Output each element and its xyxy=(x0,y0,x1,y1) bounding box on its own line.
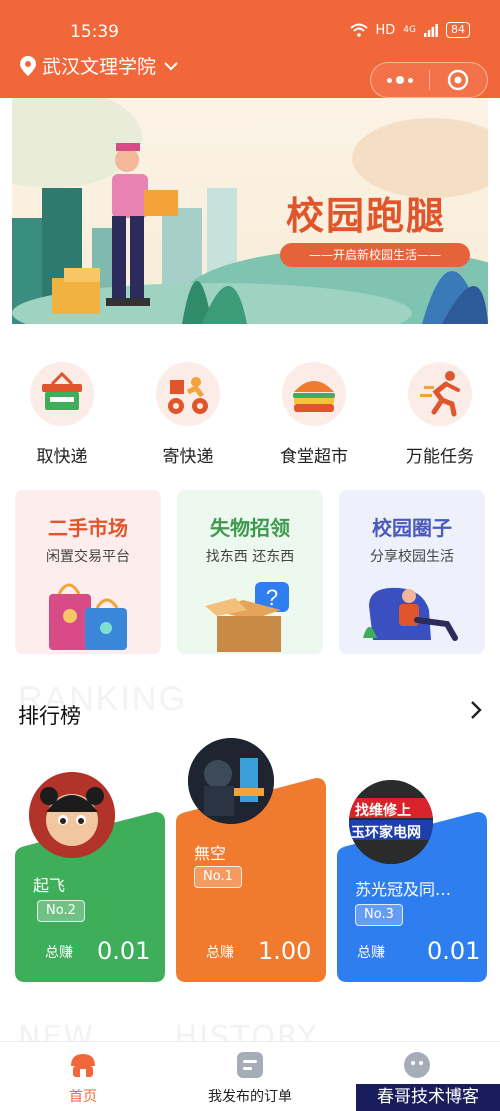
banner-subtitle: ——开启新校园生活—— xyxy=(280,243,470,267)
card-title: 失物招领 xyxy=(210,516,290,540)
quick-item-task[interactable]: 万能任务 xyxy=(385,362,495,467)
card-subtitle: 闲置交易平台 xyxy=(46,549,130,565)
status-icons: HD 4G 84 xyxy=(349,22,470,38)
more-button[interactable] xyxy=(371,76,429,84)
ranking-title: 排行榜 xyxy=(18,704,81,728)
earn-label: 总赚 xyxy=(357,945,385,961)
quick-item-label: 取快递 xyxy=(36,447,88,467)
person-on-sofa-icon xyxy=(363,587,458,641)
status-bar: 15:39 HD 4G 84 xyxy=(0,0,500,44)
card-second-hand-market[interactable]: 二手市场 闲置交易平台 xyxy=(15,490,161,654)
earn-label: 总赚 xyxy=(206,945,234,961)
card-subtitle: 找东西 还东西 xyxy=(205,549,295,565)
more-dot-icon xyxy=(407,77,413,83)
shopping-bags-icon xyxy=(49,583,127,650)
app-page: 15:39 HD 4G 84 武汉文理学院 校园跑腿 ——开启新校园生活—— 取… xyxy=(0,0,500,1111)
quick-item-pickup[interactable]: 取快递 xyxy=(7,362,117,467)
ranking-name: 無空 xyxy=(194,844,227,863)
wifi-icon xyxy=(349,23,368,37)
more-dot-icon xyxy=(386,77,392,83)
ranking-name: 起飞 xyxy=(33,876,66,895)
location-selector[interactable]: 武汉文理学院 xyxy=(20,52,184,79)
delivery-bike-icon xyxy=(156,362,220,426)
tab-my-orders[interactable]: 我发布的订单 xyxy=(167,1042,333,1111)
quick-item-label: 万能任务 xyxy=(406,447,474,467)
status-time: 15:39 xyxy=(70,22,119,42)
ranking-badge: No.2 xyxy=(37,900,85,922)
close-miniprogram-button[interactable] xyxy=(429,69,487,91)
ranking-card-2[interactable]: 起飞 No.2 总赚 0.01 xyxy=(15,772,165,982)
ranking-badge: No.3 xyxy=(355,904,403,926)
chevron-down-icon xyxy=(164,61,178,70)
watermark: 春哥技术博客 xyxy=(356,1084,500,1111)
avatar-illustration xyxy=(29,772,115,858)
burger-icon xyxy=(282,362,346,426)
question-box-icon: ? xyxy=(205,582,289,652)
battery-indicator: 84 xyxy=(446,22,470,38)
avatar xyxy=(29,772,115,858)
card-lost-and-found[interactable]: 失物招领 找东西 还东西 ? xyxy=(177,490,323,654)
more-dot-icon xyxy=(395,76,404,84)
location-pin-icon xyxy=(20,55,36,76)
earn-amount: 1.00 xyxy=(258,937,312,965)
ranking-card-3[interactable]: 找维修上 玉环家电网 苏光冠及同… No.3 总赚 0.01 xyxy=(337,780,487,982)
orders-icon xyxy=(237,1052,263,1078)
earn-amount: 0.01 xyxy=(427,937,481,965)
header: 15:39 HD 4G 84 武汉文理学院 xyxy=(0,0,500,98)
chevron-right-icon[interactable] xyxy=(470,700,482,720)
tab-label: 我发布的订单 xyxy=(208,1089,292,1105)
quick-item-send[interactable]: 寄快递 xyxy=(133,362,243,467)
avatar-text-top: 找维修上 xyxy=(355,803,411,819)
card-campus-circle[interactable]: 校园圈子 分享校园生活 xyxy=(339,490,485,654)
tab-home[interactable]: 首页 xyxy=(0,1042,166,1111)
network-label: HD xyxy=(375,22,396,38)
card-title: 二手市场 xyxy=(48,516,128,540)
quick-item-label: 寄快递 xyxy=(162,447,214,467)
avatar xyxy=(188,738,274,824)
location-name: 武汉文理学院 xyxy=(42,56,157,78)
basket-icon xyxy=(30,362,94,426)
miniprogram-capsule xyxy=(370,62,488,98)
card-title: 校园圈子 xyxy=(372,516,452,540)
quick-services: 取快递 寄快递 食堂超市 万能任务 xyxy=(0,362,500,472)
ranking-badge: No.1 xyxy=(194,866,242,888)
banner-title: 校园跑腿 xyxy=(286,193,447,238)
quick-item-canteen[interactable]: 食堂超市 xyxy=(259,362,369,467)
tab-label: 首页 xyxy=(69,1089,97,1105)
signal-label: 4G xyxy=(403,25,416,35)
avatar: 找维修上 玉环家电网 xyxy=(349,780,433,864)
ranking-name: 苏光冠及同… xyxy=(355,880,452,899)
card-subtitle: 分享校园生活 xyxy=(370,549,454,565)
avatar-text-bottom: 玉环家电网 xyxy=(351,825,421,841)
profile-icon xyxy=(404,1052,430,1078)
earn-amount: 0.01 xyxy=(97,937,151,965)
runner-icon xyxy=(408,362,472,426)
promo-banner[interactable]: 校园跑腿 ——开启新校园生活—— xyxy=(12,98,488,324)
target-icon xyxy=(448,69,469,91)
svg-text:?: ? xyxy=(266,585,278,610)
ranking-card-1[interactable]: 無空 No.1 总赚 1.00 xyxy=(176,738,326,982)
quick-item-label: 食堂超市 xyxy=(280,447,348,467)
home-icon xyxy=(71,1054,95,1077)
earn-label: 总赚 xyxy=(45,945,73,961)
avatar-illustration xyxy=(188,738,274,824)
signal-bars-icon xyxy=(424,24,438,37)
